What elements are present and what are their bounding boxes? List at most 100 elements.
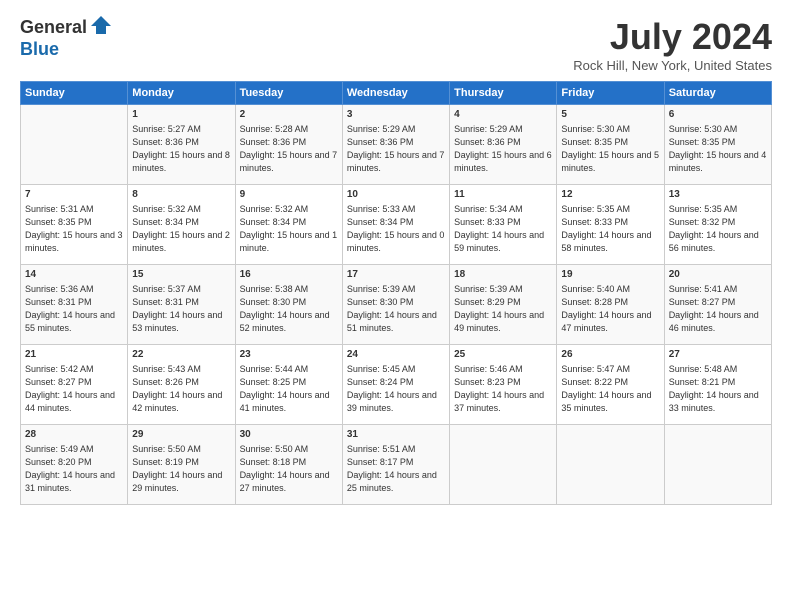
cell-date-number: 24: [347, 348, 445, 362]
calendar-cell: 29Sunrise: 5:50 AM Sunset: 8:19 PM Dayli…: [128, 425, 235, 505]
calendar-cell: [664, 425, 771, 505]
cell-info: Sunrise: 5:37 AM Sunset: 8:31 PM Dayligh…: [132, 283, 230, 335]
week-row-5: 28Sunrise: 5:49 AM Sunset: 8:20 PM Dayli…: [21, 425, 772, 505]
col-monday: Monday: [128, 82, 235, 105]
calendar-cell: 6Sunrise: 5:30 AM Sunset: 8:35 PM Daylig…: [664, 105, 771, 185]
week-row-4: 21Sunrise: 5:42 AM Sunset: 8:27 PM Dayli…: [21, 345, 772, 425]
cell-date-number: 13: [669, 188, 767, 202]
col-tuesday: Tuesday: [235, 82, 342, 105]
calendar-cell: 23Sunrise: 5:44 AM Sunset: 8:25 PM Dayli…: [235, 345, 342, 425]
cell-date-number: 29: [132, 428, 230, 442]
cell-date-number: 14: [25, 268, 123, 282]
calendar-cell: [450, 425, 557, 505]
cell-info: Sunrise: 5:39 AM Sunset: 8:30 PM Dayligh…: [347, 283, 445, 335]
cell-info: Sunrise: 5:30 AM Sunset: 8:35 PM Dayligh…: [561, 123, 659, 175]
logo-icon: [91, 16, 111, 39]
cell-info: Sunrise: 5:35 AM Sunset: 8:33 PM Dayligh…: [561, 203, 659, 255]
cell-date-number: 15: [132, 268, 230, 282]
calendar-cell: 15Sunrise: 5:37 AM Sunset: 8:31 PM Dayli…: [128, 265, 235, 345]
cell-info: Sunrise: 5:31 AM Sunset: 8:35 PM Dayligh…: [25, 203, 123, 255]
cell-info: Sunrise: 5:49 AM Sunset: 8:20 PM Dayligh…: [25, 443, 123, 495]
calendar-cell: 26Sunrise: 5:47 AM Sunset: 8:22 PM Dayli…: [557, 345, 664, 425]
calendar-cell: 22Sunrise: 5:43 AM Sunset: 8:26 PM Dayli…: [128, 345, 235, 425]
col-saturday: Saturday: [664, 82, 771, 105]
col-wednesday: Wednesday: [342, 82, 449, 105]
calendar-cell: 10Sunrise: 5:33 AM Sunset: 8:34 PM Dayli…: [342, 185, 449, 265]
cell-date-number: 19: [561, 268, 659, 282]
cell-date-number: 11: [454, 188, 552, 202]
calendar-cell: 18Sunrise: 5:39 AM Sunset: 8:29 PM Dayli…: [450, 265, 557, 345]
cell-info: Sunrise: 5:29 AM Sunset: 8:36 PM Dayligh…: [347, 123, 445, 175]
cell-info: Sunrise: 5:33 AM Sunset: 8:34 PM Dayligh…: [347, 203, 445, 255]
cell-info: Sunrise: 5:43 AM Sunset: 8:26 PM Dayligh…: [132, 363, 230, 415]
calendar-cell: 3Sunrise: 5:29 AM Sunset: 8:36 PM Daylig…: [342, 105, 449, 185]
cell-info: Sunrise: 5:32 AM Sunset: 8:34 PM Dayligh…: [132, 203, 230, 255]
calendar-cell: 30Sunrise: 5:50 AM Sunset: 8:18 PM Dayli…: [235, 425, 342, 505]
logo-blue-text: Blue: [20, 39, 59, 59]
cell-date-number: 30: [240, 428, 338, 442]
calendar-page: General Blue July 2024 Rock Hill, New Yo…: [0, 0, 792, 612]
cell-date-number: 9: [240, 188, 338, 202]
cell-info: Sunrise: 5:39 AM Sunset: 8:29 PM Dayligh…: [454, 283, 552, 335]
cell-date-number: 16: [240, 268, 338, 282]
cell-date-number: 8: [132, 188, 230, 202]
cell-info: Sunrise: 5:41 AM Sunset: 8:27 PM Dayligh…: [669, 283, 767, 335]
calendar-cell: 11Sunrise: 5:34 AM Sunset: 8:33 PM Dayli…: [450, 185, 557, 265]
cell-info: Sunrise: 5:44 AM Sunset: 8:25 PM Dayligh…: [240, 363, 338, 415]
cell-date-number: 27: [669, 348, 767, 362]
cell-date-number: 5: [561, 108, 659, 122]
cell-date-number: 17: [347, 268, 445, 282]
cell-info: Sunrise: 5:28 AM Sunset: 8:36 PM Dayligh…: [240, 123, 338, 175]
week-row-1: 1Sunrise: 5:27 AM Sunset: 8:36 PM Daylig…: [21, 105, 772, 185]
cell-date-number: 12: [561, 188, 659, 202]
title-area: July 2024 Rock Hill, New York, United St…: [573, 16, 772, 73]
cell-date-number: 10: [347, 188, 445, 202]
calendar-cell: 16Sunrise: 5:38 AM Sunset: 8:30 PM Dayli…: [235, 265, 342, 345]
calendar-cell: 24Sunrise: 5:45 AM Sunset: 8:24 PM Dayli…: [342, 345, 449, 425]
calendar-cell: 2Sunrise: 5:28 AM Sunset: 8:36 PM Daylig…: [235, 105, 342, 185]
calendar-cell: 1Sunrise: 5:27 AM Sunset: 8:36 PM Daylig…: [128, 105, 235, 185]
col-sunday: Sunday: [21, 82, 128, 105]
cell-info: Sunrise: 5:50 AM Sunset: 8:19 PM Dayligh…: [132, 443, 230, 495]
subtitle: Rock Hill, New York, United States: [573, 58, 772, 73]
calendar-cell: 17Sunrise: 5:39 AM Sunset: 8:30 PM Dayli…: [342, 265, 449, 345]
week-row-3: 14Sunrise: 5:36 AM Sunset: 8:31 PM Dayli…: [21, 265, 772, 345]
calendar-cell: 13Sunrise: 5:35 AM Sunset: 8:32 PM Dayli…: [664, 185, 771, 265]
calendar-table: Sunday Monday Tuesday Wednesday Thursday…: [20, 81, 772, 505]
cell-info: Sunrise: 5:42 AM Sunset: 8:27 PM Dayligh…: [25, 363, 123, 415]
cell-date-number: 6: [669, 108, 767, 122]
main-title: July 2024: [573, 16, 772, 58]
calendar-cell: 20Sunrise: 5:41 AM Sunset: 8:27 PM Dayli…: [664, 265, 771, 345]
cell-info: Sunrise: 5:29 AM Sunset: 8:36 PM Dayligh…: [454, 123, 552, 175]
calendar-cell: 25Sunrise: 5:46 AM Sunset: 8:23 PM Dayli…: [450, 345, 557, 425]
week-row-2: 7Sunrise: 5:31 AM Sunset: 8:35 PM Daylig…: [21, 185, 772, 265]
cell-info: Sunrise: 5:27 AM Sunset: 8:36 PM Dayligh…: [132, 123, 230, 175]
calendar-cell: 21Sunrise: 5:42 AM Sunset: 8:27 PM Dayli…: [21, 345, 128, 425]
cell-date-number: 2: [240, 108, 338, 122]
header-row: Sunday Monday Tuesday Wednesday Thursday…: [21, 82, 772, 105]
logo-general-text: General: [20, 17, 87, 38]
cell-date-number: 28: [25, 428, 123, 442]
cell-info: Sunrise: 5:45 AM Sunset: 8:24 PM Dayligh…: [347, 363, 445, 415]
calendar-cell: 31Sunrise: 5:51 AM Sunset: 8:17 PM Dayli…: [342, 425, 449, 505]
cell-info: Sunrise: 5:30 AM Sunset: 8:35 PM Dayligh…: [669, 123, 767, 175]
cell-info: Sunrise: 5:51 AM Sunset: 8:17 PM Dayligh…: [347, 443, 445, 495]
cell-info: Sunrise: 5:47 AM Sunset: 8:22 PM Dayligh…: [561, 363, 659, 415]
cell-date-number: 3: [347, 108, 445, 122]
cell-info: Sunrise: 5:40 AM Sunset: 8:28 PM Dayligh…: [561, 283, 659, 335]
cell-info: Sunrise: 5:32 AM Sunset: 8:34 PM Dayligh…: [240, 203, 338, 255]
cell-info: Sunrise: 5:34 AM Sunset: 8:33 PM Dayligh…: [454, 203, 552, 255]
col-friday: Friday: [557, 82, 664, 105]
cell-info: Sunrise: 5:35 AM Sunset: 8:32 PM Dayligh…: [669, 203, 767, 255]
calendar-cell: 8Sunrise: 5:32 AM Sunset: 8:34 PM Daylig…: [128, 185, 235, 265]
calendar-cell: 7Sunrise: 5:31 AM Sunset: 8:35 PM Daylig…: [21, 185, 128, 265]
calendar-cell: 19Sunrise: 5:40 AM Sunset: 8:28 PM Dayli…: [557, 265, 664, 345]
calendar-cell: 28Sunrise: 5:49 AM Sunset: 8:20 PM Dayli…: [21, 425, 128, 505]
cell-info: Sunrise: 5:38 AM Sunset: 8:30 PM Dayligh…: [240, 283, 338, 335]
cell-date-number: 22: [132, 348, 230, 362]
cell-info: Sunrise: 5:50 AM Sunset: 8:18 PM Dayligh…: [240, 443, 338, 495]
cell-date-number: 25: [454, 348, 552, 362]
cell-date-number: 23: [240, 348, 338, 362]
calendar-cell: 27Sunrise: 5:48 AM Sunset: 8:21 PM Dayli…: [664, 345, 771, 425]
calendar-cell: 14Sunrise: 5:36 AM Sunset: 8:31 PM Dayli…: [21, 265, 128, 345]
